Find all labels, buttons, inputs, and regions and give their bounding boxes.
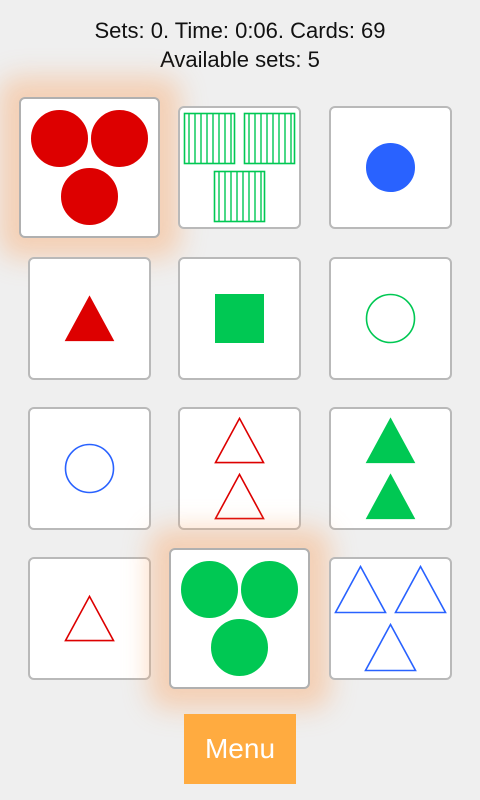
card-symbols (215, 294, 264, 343)
card-grid (0, 0, 480, 800)
card-2[interactable] (178, 106, 301, 229)
circle-shape (211, 619, 268, 676)
circle-shape (64, 443, 115, 494)
square-shape (243, 112, 296, 165)
card-symbols (31, 110, 148, 225)
triangle-shape (365, 473, 416, 520)
square-shape (183, 112, 236, 165)
triangle-shape (364, 622, 417, 672)
triangle-shape (64, 594, 115, 642)
card-4[interactable] (28, 257, 151, 380)
circle-shape (181, 561, 238, 618)
card-symbols (365, 293, 416, 344)
card-7[interactable] (28, 407, 151, 530)
menu-button[interactable]: Menu (184, 714, 296, 784)
card-symbols (183, 112, 296, 223)
triangle-shape (64, 295, 115, 342)
card-symbols (64, 443, 115, 494)
triangle-shape (214, 472, 265, 520)
card-symbols (181, 561, 298, 676)
card-symbols (334, 564, 447, 672)
square-shape (215, 294, 264, 343)
card-symbols (214, 416, 265, 520)
triangle-shape (394, 564, 447, 614)
triangle-shape (214, 416, 265, 464)
card-12[interactable] (329, 557, 452, 680)
card-symbols (366, 143, 415, 192)
card-symbols (365, 417, 416, 520)
circle-shape (366, 143, 415, 192)
card-6[interactable] (329, 257, 452, 380)
circle-shape (91, 110, 148, 167)
card-3[interactable] (329, 106, 452, 229)
circle-shape (365, 293, 416, 344)
card-symbols (64, 594, 115, 642)
card-11[interactable] (169, 548, 310, 689)
card-symbols (64, 295, 115, 342)
circle-shape (241, 561, 298, 618)
circle-shape (31, 110, 88, 167)
circle-shape (61, 168, 118, 225)
card-9[interactable] (329, 407, 452, 530)
card-5[interactable] (178, 257, 301, 380)
square-shape (213, 170, 266, 223)
card-8[interactable] (178, 407, 301, 530)
card-1[interactable] (19, 97, 160, 238)
triangle-shape (365, 417, 416, 464)
card-10[interactable] (28, 557, 151, 680)
triangle-shape (334, 564, 387, 614)
